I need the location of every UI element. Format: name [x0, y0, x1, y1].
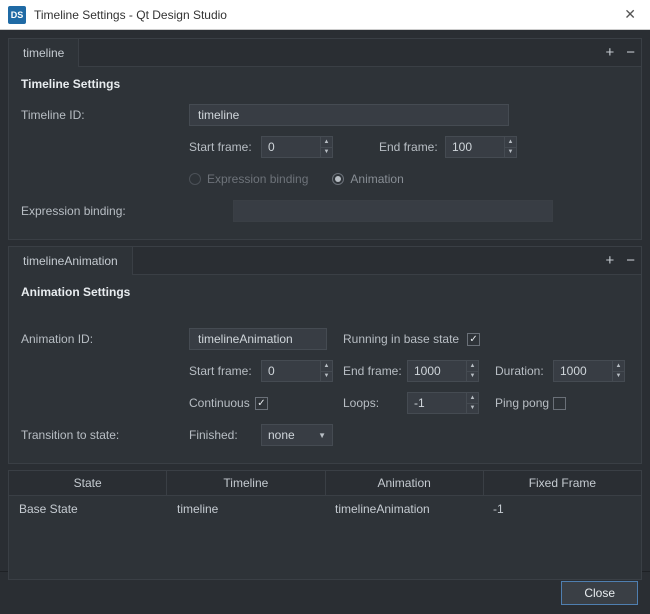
anim-end-frame-label: End frame:	[343, 364, 407, 378]
spinner-buttons[interactable]: ▲▼	[467, 392, 479, 414]
table-row[interactable]: Base State timeline timelineAnimation -1	[9, 496, 641, 522]
running-base-state-checkbox[interactable]: ✓	[467, 333, 480, 346]
duration-input[interactable]	[553, 360, 613, 382]
finished-select-value: none	[268, 428, 295, 442]
col-animation: Animation	[326, 471, 484, 495]
title-bar: DS Timeline Settings - Qt Design Studio …	[0, 0, 650, 30]
pingpong-label: Ping pong	[495, 396, 553, 410]
table-header: State Timeline Animation Fixed Frame	[9, 471, 641, 496]
timeline-section-title: Timeline Settings	[21, 77, 629, 91]
transition-to-state-label: Transition to state:	[21, 428, 189, 442]
animation-radio[interactable]	[332, 173, 344, 185]
animation-id-label: Animation ID:	[21, 332, 189, 346]
cell-state: Base State	[9, 496, 167, 522]
expression-binding-radio[interactable]	[189, 173, 201, 185]
animation-remove-button[interactable]: −	[620, 252, 641, 269]
timeline-remove-button[interactable]: −	[620, 44, 641, 61]
start-frame-label: Start frame:	[189, 140, 261, 154]
spinner-buttons[interactable]: ▲▼	[613, 360, 625, 382]
expression-binding-field[interactable]	[233, 200, 553, 222]
anim-start-frame-label: Start frame:	[189, 364, 261, 378]
pingpong-checkbox[interactable]	[553, 397, 566, 410]
window-title: Timeline Settings - Qt Design Studio	[34, 8, 618, 22]
timeline-start-frame-input[interactable]	[261, 136, 321, 158]
col-fixed-frame: Fixed Frame	[484, 471, 641, 495]
timeline-tab[interactable]: timeline	[9, 39, 79, 67]
animation-section-title: Animation Settings	[21, 285, 629, 299]
spinner-buttons[interactable]: ▲▼	[321, 136, 333, 158]
expression-binding-label: Expression binding:	[21, 204, 189, 218]
cell-fixed: -1	[483, 496, 641, 522]
cell-animation: timelineAnimation	[325, 496, 483, 522]
spinner-buttons[interactable]: ▲▼	[321, 360, 333, 382]
spinner-buttons[interactable]: ▲▼	[505, 136, 517, 158]
app-icon: DS	[8, 6, 26, 24]
timeline-id-input[interactable]	[189, 104, 509, 126]
timeline-panel: timeline + − Timeline Settings Timeline …	[8, 38, 642, 240]
chevron-down-icon: ▼	[318, 431, 326, 440]
cell-timeline: timeline	[167, 496, 325, 522]
animation-add-button[interactable]: +	[599, 252, 620, 269]
loops-label: Loops:	[343, 396, 407, 410]
state-table: State Timeline Animation Fixed Frame Bas…	[8, 470, 642, 580]
expression-binding-radio-label: Expression binding	[207, 172, 308, 186]
end-frame-label: End frame:	[379, 140, 445, 154]
continuous-label: Continuous	[189, 396, 255, 410]
running-base-state-label: Running in base state	[343, 332, 459, 346]
dialog-body: timeline + − Timeline Settings Timeline …	[0, 30, 650, 571]
anim-end-frame-input[interactable]	[407, 360, 467, 382]
animation-tab[interactable]: timelineAnimation	[9, 247, 133, 275]
animation-tabs: timelineAnimation + −	[9, 247, 641, 275]
close-button[interactable]: Close	[561, 581, 638, 605]
anim-start-frame-input[interactable]	[261, 360, 321, 382]
finished-select[interactable]: none ▼	[261, 424, 333, 446]
spinner-buttons[interactable]: ▲▼	[467, 360, 479, 382]
loops-input[interactable]	[407, 392, 467, 414]
timeline-end-frame-input[interactable]	[445, 136, 505, 158]
timeline-tabs: timeline + −	[9, 39, 641, 67]
col-state: State	[9, 471, 167, 495]
animation-panel: timelineAnimation + − Animation Settings…	[8, 246, 642, 464]
timeline-add-button[interactable]: +	[599, 44, 620, 61]
window-close-button[interactable]: ✕	[618, 6, 642, 23]
col-timeline: Timeline	[167, 471, 325, 495]
finished-label: Finished:	[189, 428, 261, 442]
continuous-checkbox[interactable]: ✓	[255, 397, 268, 410]
animation-radio-label: Animation	[350, 172, 403, 186]
duration-label: Duration:	[495, 364, 553, 378]
timeline-id-label: Timeline ID:	[21, 108, 189, 122]
animation-id-input[interactable]	[189, 328, 327, 350]
